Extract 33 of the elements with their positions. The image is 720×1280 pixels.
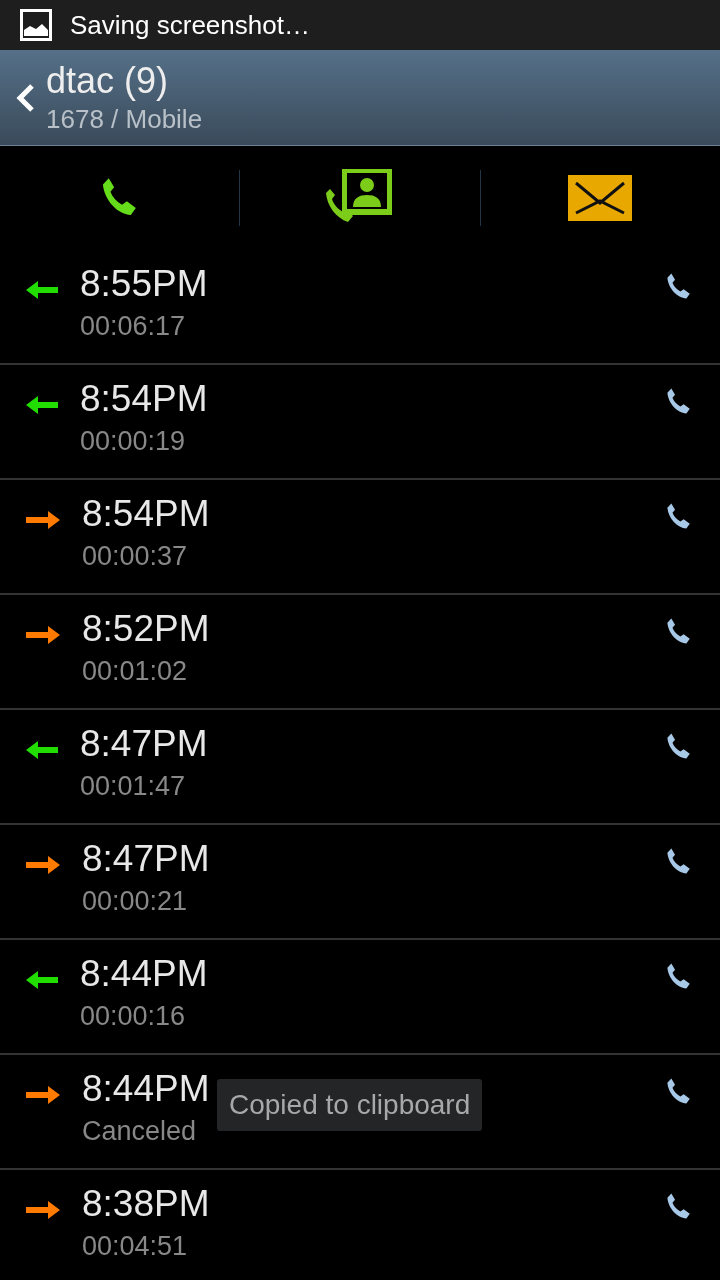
call-time: 8:54PM (80, 377, 208, 421)
call-time: 8:55PM (80, 262, 208, 306)
call-duration: 00:00:37 (82, 540, 188, 573)
call-row[interactable]: 8:47PM 00:01:47 (0, 710, 720, 825)
image-icon (20, 9, 52, 41)
call-row[interactable]: 8:47PM 00:00:21 (0, 825, 720, 940)
notification-text: Saving screenshot… (70, 9, 310, 41)
contact-number: 1678 / Mobile (46, 104, 203, 135)
contact-name: dtac (9) (46, 60, 170, 102)
call-row[interactable]: 8:38PM 00:04:51 (0, 1170, 720, 1280)
call-duration: 00:00:19 (80, 425, 186, 458)
call-time: 8:44PM (80, 952, 208, 996)
call-duration: 00:01:47 (80, 770, 186, 803)
call-duration: 00:00:21 (82, 885, 188, 918)
call-time: 8:54PM (82, 492, 210, 536)
call-duration: 00:06:17 (80, 310, 186, 343)
call-time: 8:44PM (82, 1067, 210, 1111)
call-row[interactable]: 8:44PM 00:00:16 (0, 940, 720, 1055)
envelope-icon (568, 175, 633, 221)
call-row[interactable]: 8:54PM 00:00:37 (0, 480, 720, 595)
call-duration: 00:00:16 (80, 1000, 186, 1033)
call-time: 8:47PM (80, 722, 208, 766)
call-time: 8:47PM (82, 837, 210, 881)
call-duration: 00:01:02 (82, 655, 188, 688)
call-duration: 00:04:51 (82, 1230, 188, 1263)
call-row[interactable]: 8:55PM 00:06:17 (0, 250, 720, 365)
call-row[interactable]: 8:54PM 00:00:19 (0, 365, 720, 480)
back-icon (16, 82, 36, 113)
call-row[interactable]: 8:52PM 00:01:02 (0, 595, 720, 710)
toast: Copied to clipboard (217, 1079, 483, 1131)
call-duration: Canceled (82, 1115, 197, 1148)
call-time: 8:52PM (82, 607, 210, 651)
call-time: 8:38PM (82, 1182, 210, 1226)
